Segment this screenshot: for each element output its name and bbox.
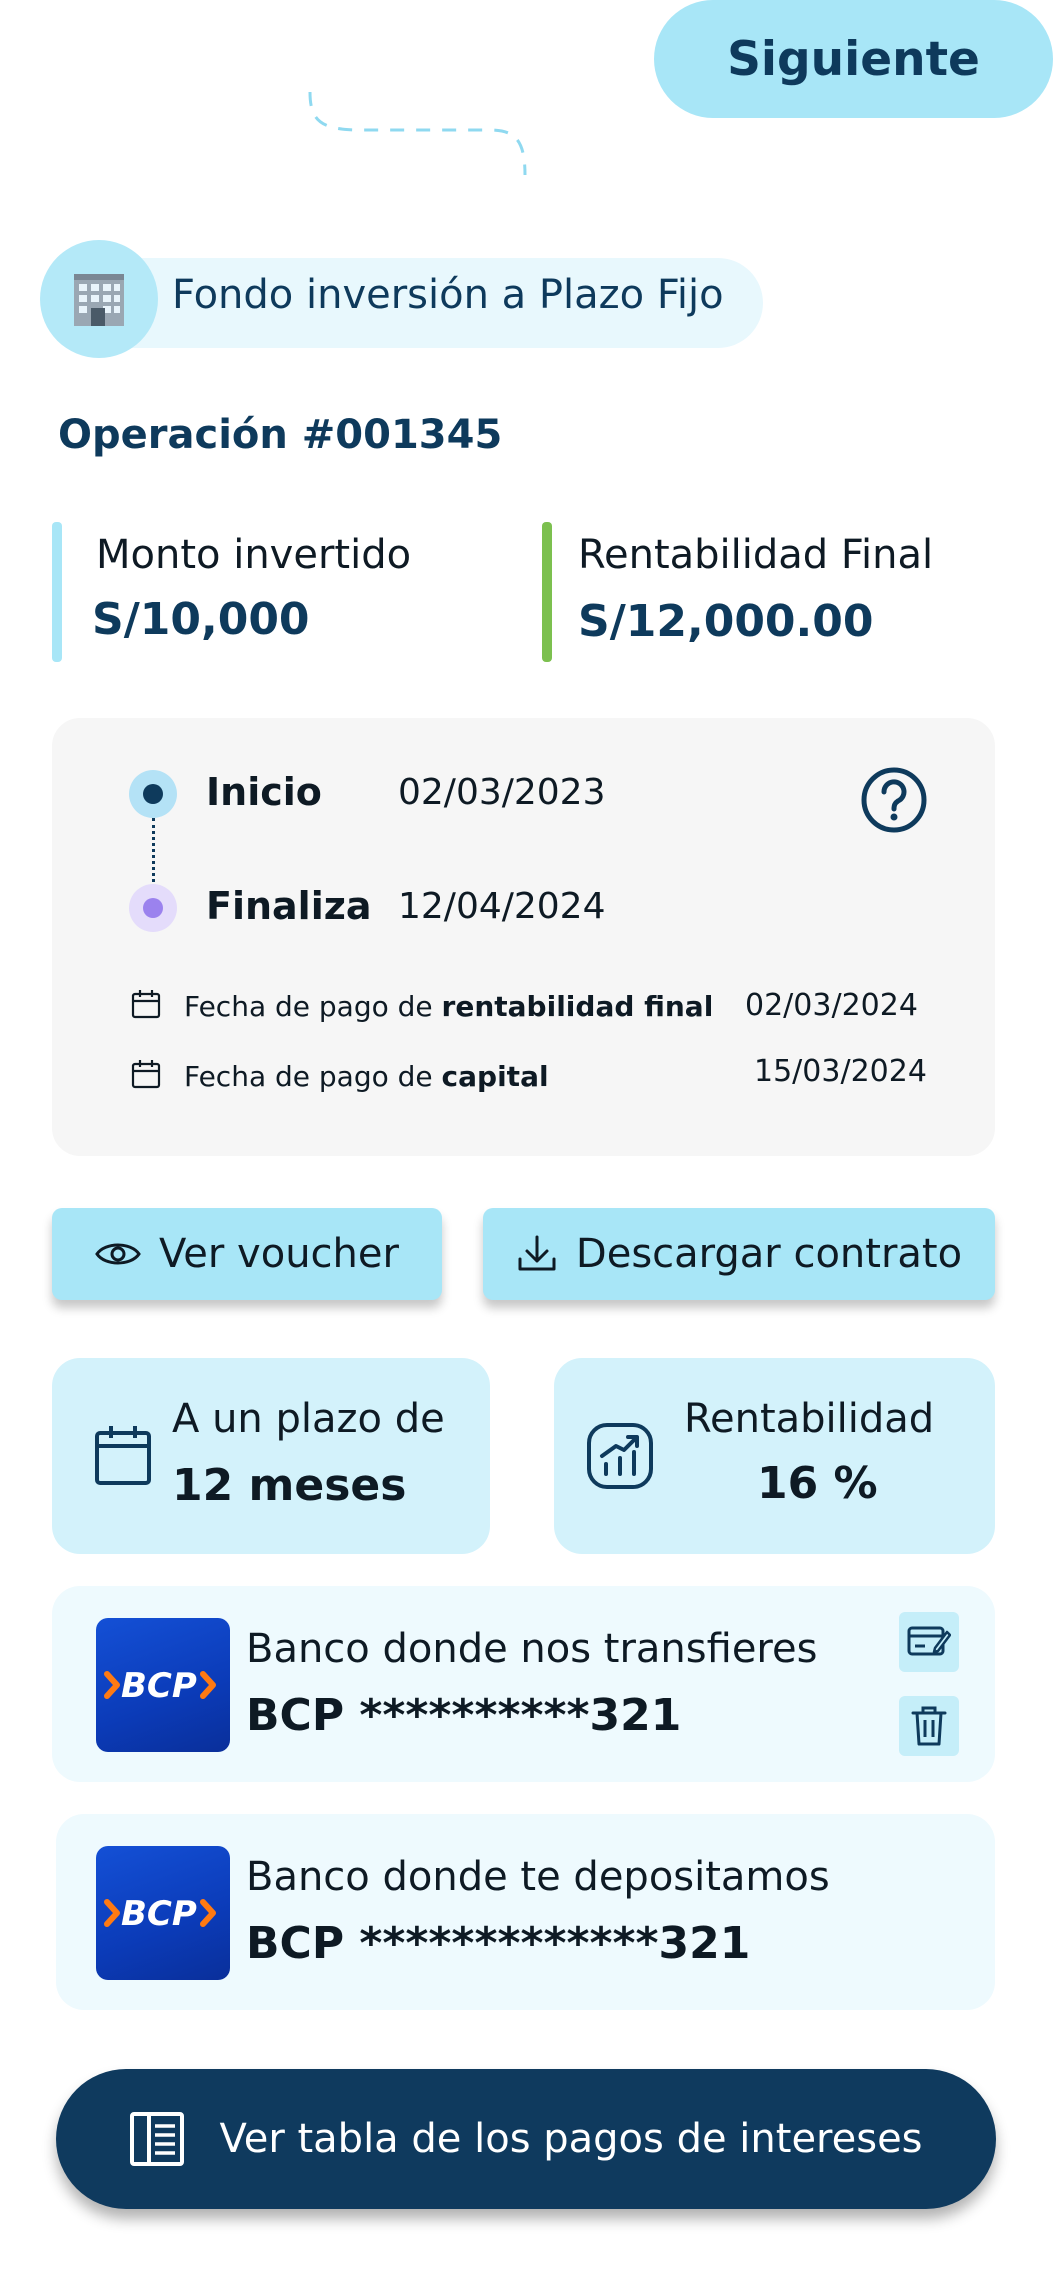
- bcp-logo-mark: BCP: [104, 1666, 216, 1706]
- operation-title: Operación #001345: [58, 412, 503, 458]
- interest-table-button[interactable]: Ver tabla de los pagos de intereses: [56, 2069, 996, 2209]
- calendar-icon: [95, 1426, 151, 1485]
- amount-accent-bar: [52, 522, 62, 662]
- bank-deposit-account: BCP *************321: [246, 1918, 751, 1969]
- bcp-logo: BCP: [96, 1618, 230, 1752]
- table-icon: [130, 2112, 185, 2166]
- bank-transfer-label: Banco donde nos transfieres: [246, 1626, 818, 1672]
- office-building-icon: [74, 274, 124, 326]
- download-contract-button[interactable]: Descargar contrato: [483, 1208, 995, 1300]
- amount-label: Monto invertido: [96, 532, 412, 578]
- fund-avatar: [40, 240, 158, 358]
- download-contract-label: Descargar contrato: [575, 1231, 963, 1277]
- bank-deposit-label: Banco donde te depositamos: [246, 1854, 830, 1900]
- interest-table-label: Ver tabla de los pagos de intereses: [219, 2116, 923, 2162]
- return-accent-bar: [542, 522, 552, 662]
- term-line1: A un plazo de: [172, 1396, 445, 1442]
- fund-title: Fondo inversión a Plazo Fijo: [172, 272, 724, 318]
- profitability-line2: 16 %: [757, 1458, 878, 1509]
- delete-bank-button[interactable]: [899, 1696, 959, 1756]
- dashed-decoration: [308, 91, 527, 176]
- bcp-logo: BCP: [96, 1846, 230, 1980]
- end-dot-icon: [129, 884, 177, 932]
- start-label: Inicio: [206, 770, 322, 814]
- calendar-icon: [131, 990, 161, 1019]
- payment-final-date: 02/03/2024: [745, 988, 918, 1023]
- growth-chart-icon: [587, 1423, 653, 1489]
- term-line2: 12 meses: [172, 1460, 407, 1511]
- amount-value: S/10,000: [92, 594, 310, 645]
- bank-transfer-account: BCP **********321: [246, 1690, 682, 1741]
- download-icon: [518, 1235, 556, 1271]
- trash-icon: [911, 1706, 947, 1746]
- edit-bank-button[interactable]: [899, 1612, 959, 1672]
- view-voucher-label: Ver voucher: [159, 1231, 399, 1277]
- profitability-line1: Rentabilidad: [684, 1396, 935, 1442]
- return-value: S/12,000.00: [578, 596, 874, 647]
- eye-icon: [95, 1243, 141, 1265]
- help-icon[interactable]: [860, 766, 928, 834]
- bcp-logo-mark: BCP: [104, 1894, 216, 1934]
- start-dot-icon: [129, 770, 177, 818]
- svg-text:BCP: BCP: [121, 1666, 197, 1706]
- end-date: 12/04/2024: [398, 886, 606, 927]
- svg-text:BCP: BCP: [121, 1894, 197, 1934]
- payment-final-label: Fecha de pago de rentabilidad final: [184, 990, 714, 1023]
- end-label: Finaliza: [206, 884, 372, 928]
- timeline-line: [152, 818, 155, 888]
- payment-capital-date: 15/03/2024: [754, 1054, 927, 1089]
- edit-card-icon: [907, 1626, 951, 1656]
- start-date: 02/03/2023: [398, 772, 606, 813]
- view-voucher-button[interactable]: Ver voucher: [52, 1208, 442, 1300]
- calendar-icon: [131, 1060, 161, 1089]
- next-button[interactable]: Siguiente: [654, 0, 1053, 118]
- return-label: Rentabilidad Final: [578, 532, 934, 578]
- payment-capital-label: Fecha de pago de capital: [184, 1060, 549, 1093]
